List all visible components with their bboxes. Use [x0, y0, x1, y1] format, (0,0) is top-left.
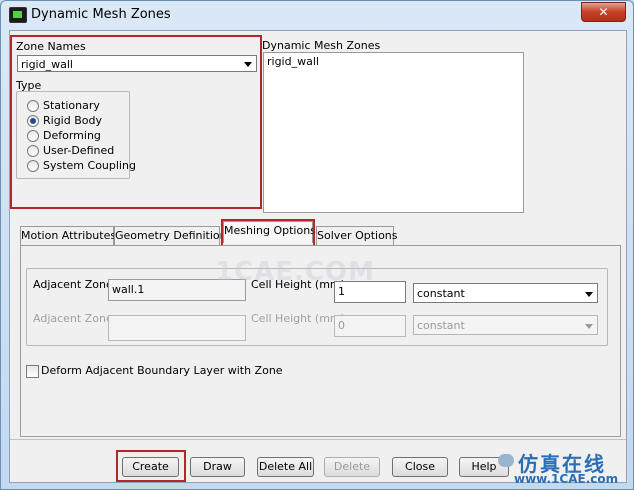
zone-names-dropdown[interactable]: rigid_wall	[17, 55, 257, 72]
delete-button: Delete	[324, 457, 380, 477]
cell-height-method-dropdown[interactable]: constant	[413, 283, 598, 303]
wechat-icon	[498, 454, 514, 467]
app-icon	[9, 7, 27, 23]
cell-height-label-disabled: Cell Height (mm)	[251, 312, 345, 325]
create-button[interactable]: Create	[122, 457, 179, 477]
tab-geometry-definition[interactable]: Geometry Definition	[114, 226, 227, 245]
method-value-disabled: constant	[417, 319, 465, 332]
zone-names-value: rigid_wall	[21, 58, 73, 71]
brand-url: www.1CAE.com	[514, 472, 619, 486]
dynamic-mesh-zones-list[interactable]: rigid_wall	[263, 52, 524, 213]
delete-all-button[interactable]: Delete All	[257, 457, 314, 477]
cell-height-input-disabled: 0	[334, 315, 406, 337]
zone-names-label: Zone Names	[16, 40, 86, 53]
close-window-button[interactable]: ✕	[581, 2, 626, 22]
type-group: Stationary Rigid Body Deforming User-Def…	[16, 91, 136, 179]
adjacent-zone-label: Adjacent Zone	[33, 278, 113, 291]
brand-logo: 仿真在线 www.1CAE.com	[498, 446, 632, 488]
tab-motion-attributes[interactable]: Motion Attributes	[20, 226, 116, 245]
window-title: Dynamic Mesh Zones	[31, 7, 171, 22]
draw-button[interactable]: Draw	[190, 457, 245, 477]
radio-circle-icon	[27, 145, 39, 157]
radio-circle-icon	[27, 100, 39, 112]
adjacent-zone-label-disabled: Adjacent Zone	[33, 312, 113, 325]
radio-circle-icon	[27, 160, 39, 172]
dynamic-mesh-zones-window: Dynamic Mesh Zones ✕ Zone Names rigid_wa…	[0, 0, 634, 490]
watermark-text: 1CAE.COM	[215, 257, 375, 287]
deform-checkbox-label: Deform Adjacent Boundary Layer with Zone	[41, 364, 283, 377]
method-value: constant	[417, 287, 465, 300]
chevron-down-icon	[244, 62, 252, 67]
adjacent-zone-field-disabled	[108, 315, 246, 341]
tab-solver-options[interactable]: Solver Options	[316, 226, 398, 245]
radio-circle-icon	[27, 130, 39, 142]
dialog-client: Zone Names rigid_wall Type Stationary Ri…	[9, 30, 627, 483]
radio-selected-icon	[27, 115, 39, 127]
dynamic-mesh-zones-label: Dynamic Mesh Zones	[262, 39, 381, 52]
list-item[interactable]: rigid_wall	[267, 55, 319, 68]
close-button[interactable]: Close	[392, 457, 448, 477]
title-bar: Dynamic Mesh Zones ✕	[1, 1, 633, 29]
chevron-down-icon	[585, 324, 593, 329]
deform-adjacent-boundary-checkbox[interactable]: Deform Adjacent Boundary Layer with Zone	[26, 364, 286, 378]
chevron-down-icon	[585, 292, 593, 297]
checkbox-icon	[26, 365, 39, 378]
cell-height-method-dropdown-disabled: constant	[413, 315, 598, 335]
